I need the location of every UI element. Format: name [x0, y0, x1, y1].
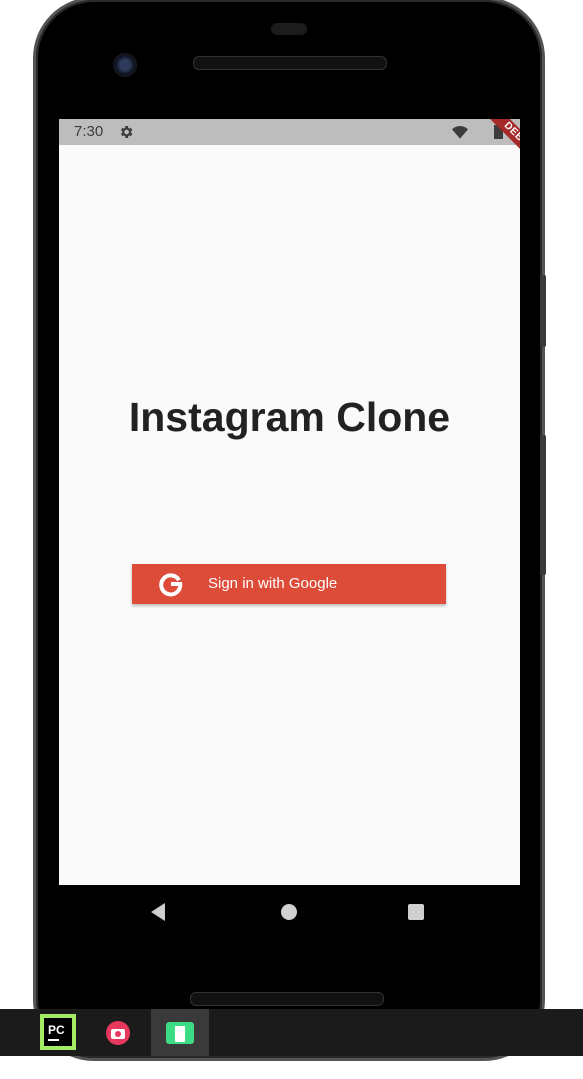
recents-icon[interactable] [406, 902, 426, 922]
google-sign-in-button[interactable]: Sign in with Google [132, 564, 446, 604]
power-button [540, 275, 546, 347]
taskbar: PC [0, 1009, 583, 1056]
gear-icon [120, 126, 133, 138]
back-icon[interactable] [149, 902, 169, 922]
app-screen: 7:30 DEBUG Instagram Clone Sign in with … [59, 119, 520, 885]
home-icon[interactable] [279, 902, 299, 922]
emulator-icon [166, 1022, 194, 1044]
top-sensor [271, 23, 307, 35]
pycharm-icon: PC [40, 1014, 76, 1050]
android-nav-bar [59, 885, 520, 939]
earpiece-speaker [193, 56, 387, 70]
status-time: 7:30 [74, 123, 104, 140]
taskbar-item-pycharm[interactable]: PC [34, 1009, 92, 1056]
svg-text:PC: PC [48, 1023, 65, 1037]
bottom-speaker [190, 992, 384, 1006]
taskbar-item-emulator[interactable] [151, 1009, 209, 1056]
screenshot-icon [106, 1021, 130, 1045]
google-icon [159, 573, 183, 597]
google-button-label: Sign in with Google [208, 575, 338, 592]
taskbar-item-screenshot[interactable] [92, 1009, 150, 1056]
volume-button [540, 435, 546, 575]
page-title: Instagram Clone [128, 394, 451, 440]
wifi-icon [452, 126, 468, 139]
front-camera [113, 53, 137, 77]
status-bar: 7:30 [59, 119, 520, 145]
